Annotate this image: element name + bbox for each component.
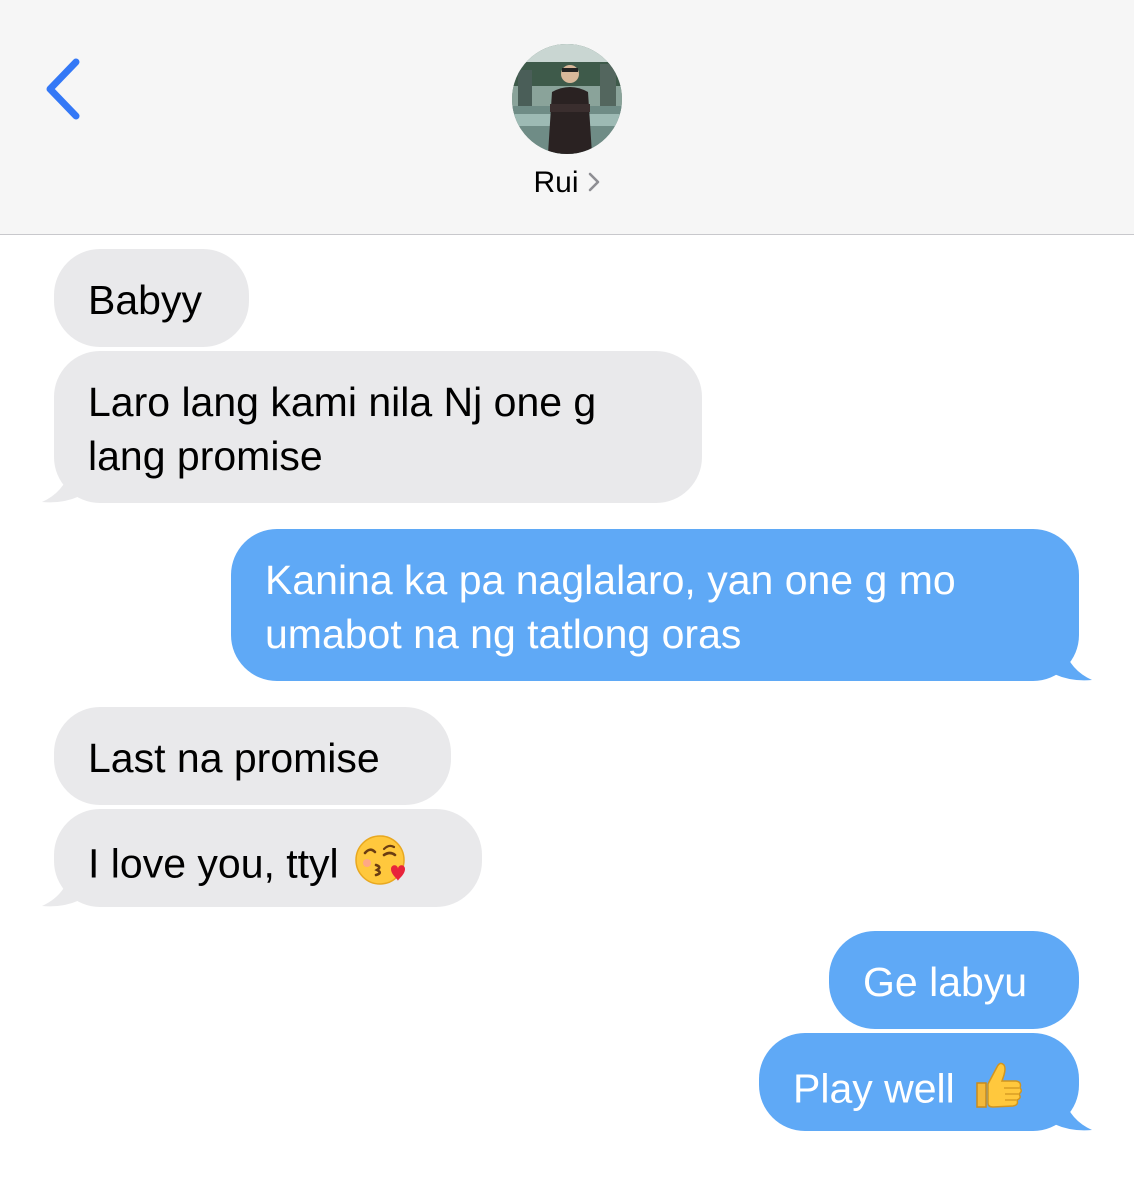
chevron-right-icon: [587, 167, 601, 201]
incoming-message-bubble[interactable]: Laro lang kami nila Nj one g lang promis…: [54, 351, 702, 503]
face-blowing-kiss-emoji: [353, 833, 407, 900]
message-text: Ge labyu: [863, 959, 1028, 1005]
avatar-photo: [512, 44, 622, 154]
message-text-line: lang promise: [88, 433, 323, 479]
message-text: Last na promise: [88, 735, 380, 781]
incoming-message-bubble[interactable]: I love you, ttyl: [54, 809, 482, 907]
incoming-message-bubble[interactable]: Babyy: [54, 249, 249, 347]
message-text-line: Laro lang kami nila Nj one g: [88, 379, 597, 425]
back-button[interactable]: [30, 50, 100, 130]
outgoing-message-bubble[interactable]: Kanina ka pa naglalaro, yan one g mo uma…: [231, 529, 1079, 681]
message-text-line: Kanina ka pa naglalaro, yan one g mo: [265, 557, 956, 603]
incoming-message-bubble[interactable]: Last na promise: [54, 707, 451, 805]
message-text: I love you, ttyl: [88, 840, 339, 887]
outgoing-bubble-tail: [1054, 1098, 1092, 1131]
incoming-bubble-tail: [42, 874, 80, 907]
message-text-line: umabot na ng tatlong oras: [265, 611, 742, 657]
thumbs-up-emoji: [969, 1057, 1025, 1126]
message-text: Play well: [793, 1065, 955, 1112]
message-text: Babyy: [88, 277, 202, 323]
contact-name-button[interactable]: Rui: [0, 166, 1134, 201]
contact-name: Rui: [533, 166, 579, 199]
contact-avatar[interactable]: [512, 44, 622, 154]
outgoing-bubble-tail: [1054, 648, 1092, 681]
conversation-header: Rui: [0, 0, 1134, 235]
outgoing-message-bubble[interactable]: Play well: [759, 1033, 1079, 1131]
outgoing-message-bubble[interactable]: Ge labyu: [829, 931, 1079, 1029]
chevron-left-icon: [46, 58, 80, 120]
incoming-bubble-tail: [42, 470, 80, 503]
